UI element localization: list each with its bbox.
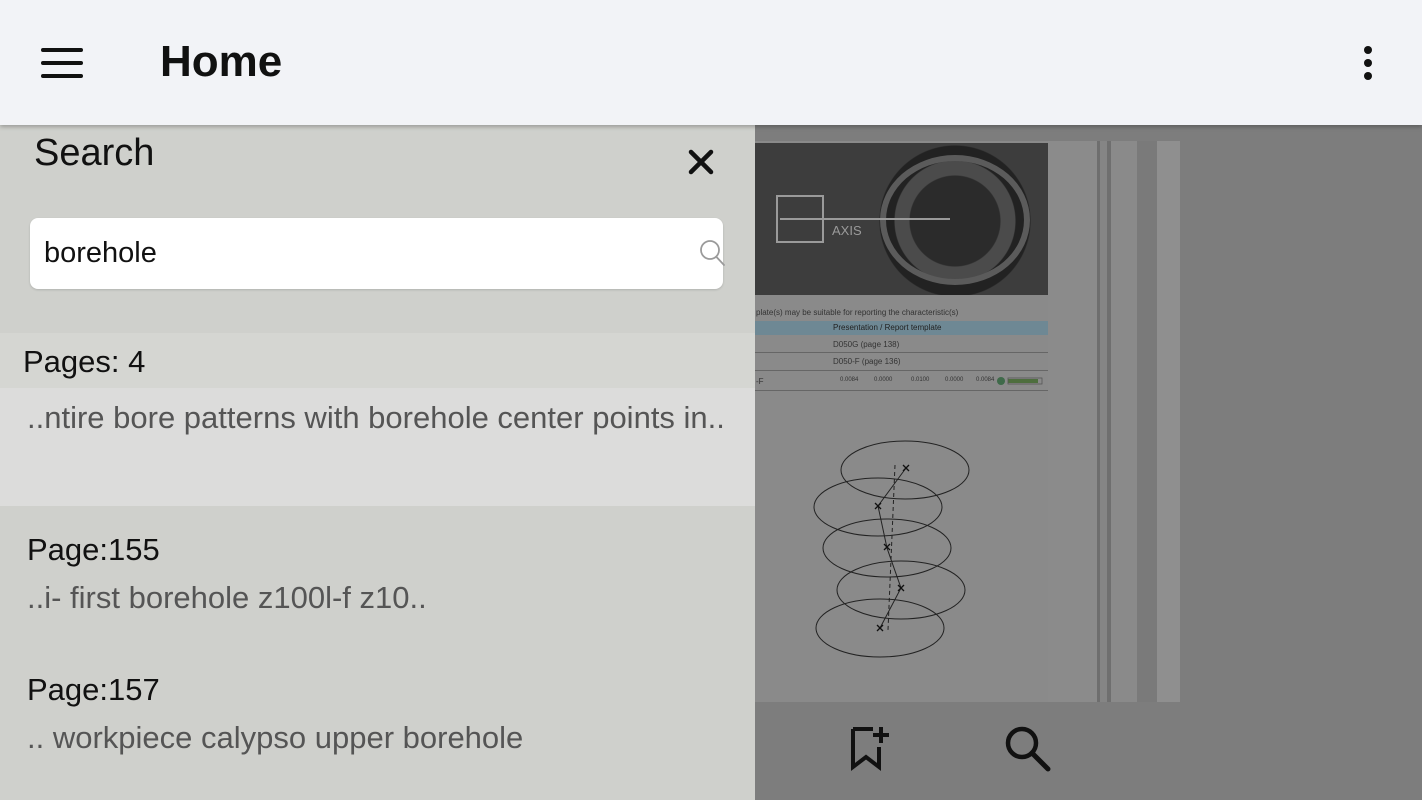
page-margin (1048, 141, 1098, 702)
doc-value-label: -F (756, 377, 764, 386)
result-snippet: .. workpiece calypso upper borehole (27, 720, 524, 755)
doc-table-row: D050G (page 138) (833, 340, 900, 349)
doc-table-divider (755, 370, 1048, 371)
pages-count-label: Pages: 4 (23, 344, 146, 379)
borehole-diagram (813, 440, 970, 658)
doc-value: 0.0084 (840, 377, 859, 383)
doc-value: 0.0000 (945, 377, 964, 383)
doc-value: 0.0000 (874, 377, 893, 383)
search-icon[interactable] (698, 238, 726, 268)
result-page-number: Page:157 (27, 672, 160, 707)
doc-table-header-label: Presentation / Report template (833, 323, 942, 332)
doc-value-bar (997, 377, 1043, 385)
result-snippet: ..i- first borehole z100l-f z10.. (27, 580, 427, 615)
search-input[interactable] (44, 218, 654, 289)
bookmark-add-icon[interactable] (845, 723, 895, 773)
doc-value: 0.0084 (976, 377, 995, 383)
search-result-item[interactable]: ..ntire bore patterns with borehole cent… (0, 388, 755, 506)
search-panel: Search Pages: 4 ..ntire bore patterns wi… (0, 125, 755, 800)
doc-value: 0.0100 (911, 377, 930, 383)
app-bar: Home (0, 0, 1422, 125)
result-page-number: Page:155 (27, 532, 160, 567)
cover-text: AXIS (832, 223, 862, 238)
results-count-header: Pages: 4 (0, 333, 755, 388)
close-icon[interactable] (684, 145, 718, 179)
doc-table-divider (755, 390, 1048, 391)
search-panel-title: Search (34, 132, 155, 174)
hamburger-menu-icon[interactable] (36, 42, 88, 84)
doc-table-row: D050-F (page 136) (833, 357, 901, 366)
lens-ring-graphic (880, 155, 1030, 285)
search-result-item[interactable]: Page:157 .. workpiece calypso upper bore… (0, 660, 755, 790)
logo-line-graphic (780, 218, 950, 220)
more-vert-icon[interactable] (1350, 40, 1386, 86)
doc-caption: plate(s) may be suitable for reporting t… (756, 308, 959, 317)
doc-table-divider (755, 352, 1048, 353)
page-title: Home (160, 37, 283, 86)
search-icon[interactable] (1002, 723, 1052, 773)
search-result-item[interactable]: Page:155 ..i- first borehole z100l-f z10… (0, 520, 755, 648)
search-box (30, 218, 726, 289)
page-stack-edge (1097, 141, 1180, 702)
result-snippet: ..ntire bore patterns with borehole cent… (27, 400, 725, 435)
